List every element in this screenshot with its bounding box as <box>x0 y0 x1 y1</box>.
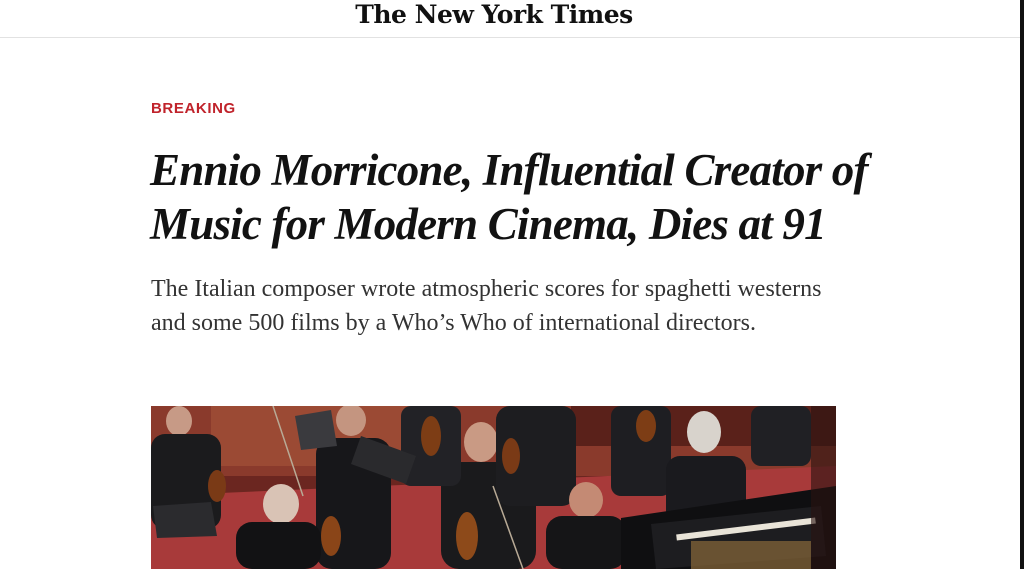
article-headline: Ennio Morricone, Influential Creator of … <box>150 145 869 249</box>
orchestra-image <box>151 406 836 569</box>
window-edge <box>1020 0 1024 569</box>
article-summary: The Italian composer wrote atmospheric s… <box>151 276 822 336</box>
nyt-logo[interactable]: The New York Times <box>0 0 988 30</box>
masthead: The New York Times <box>0 0 1024 38</box>
article-photo[interactable] <box>151 406 836 569</box>
breaking-label: BREAKING <box>151 100 236 117</box>
